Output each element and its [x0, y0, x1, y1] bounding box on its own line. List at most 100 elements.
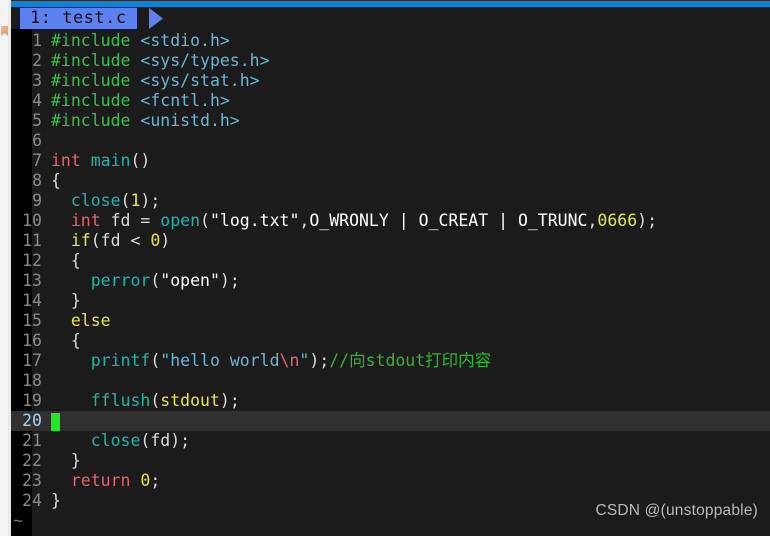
- code-line[interactable]: 23 return 0;: [11, 471, 770, 491]
- code-token: #include: [51, 51, 141, 70]
- code-token: {: [51, 331, 81, 350]
- code-line-text: {: [51, 331, 770, 351]
- code-line[interactable]: 16 {: [11, 331, 770, 351]
- code-line-text: int fd = open("log.txt",O_WRONLY | O_CRE…: [51, 211, 770, 231]
- code-line-text: #include <sys/stat.h>: [51, 71, 770, 91]
- code-token: 0: [140, 471, 151, 490]
- line-number: 23: [22, 471, 42, 490]
- code-token: <stdio.h>: [140, 31, 230, 50]
- line-number: 6: [32, 131, 42, 150]
- code-line-text: else: [51, 311, 770, 331]
- code-token: 0666: [597, 211, 638, 230]
- code-line[interactable]: 8{: [11, 171, 770, 191]
- line-number: 22: [22, 451, 42, 470]
- code-line-text: #include <fcntl.h>: [51, 91, 770, 111]
- code-token: "log.txt": [209, 211, 300, 230]
- line-number: 18: [22, 371, 42, 390]
- code-line-text: fflush(stdout);: [51, 391, 770, 411]
- code-token: #include: [51, 111, 141, 130]
- code-line[interactable]: 10 int fd = open("log.txt",O_WRONLY | O_…: [11, 211, 770, 231]
- line-number: 9: [32, 191, 42, 210]
- code-token: );: [637, 211, 658, 230]
- line-number: 15: [22, 311, 42, 330]
- code-line[interactable]: 13 perror("open");: [11, 271, 770, 291]
- code-token: int: [70, 211, 111, 230]
- line-number: 16: [22, 331, 42, 350]
- line-number: 14: [22, 291, 42, 310]
- code-line[interactable]: 22 }: [11, 451, 770, 471]
- code-token: stdout: [160, 391, 220, 410]
- text-cursor: [51, 412, 60, 431]
- code-token: "hello world: [160, 351, 280, 370]
- code-token: }: [51, 291, 81, 310]
- code-line[interactable]: 14 }: [11, 291, 770, 311]
- terminal-window: 1: test.c 1 #include <stdio.h> 2 #include <…: [11, 7, 770, 536]
- code-line-text: #include <stdio.h>: [51, 31, 770, 51]
- code-line[interactable]: 4 #include <fcntl.h>: [11, 91, 770, 111]
- code-token: );: [140, 191, 161, 210]
- line-number: 10: [22, 211, 42, 230]
- code-line[interactable]: 7 int main(): [11, 151, 770, 171]
- code-token: (): [130, 151, 151, 170]
- code-token: \n: [279, 351, 300, 370]
- tab-arrow-icon: [149, 8, 163, 29]
- code-line-text: {: [51, 171, 770, 191]
- line-number: 17: [22, 351, 42, 370]
- code-token: }: [51, 451, 81, 470]
- code-token: close: [90, 431, 141, 450]
- code-token: main: [90, 151, 131, 170]
- code-token: "open": [160, 271, 220, 290]
- code-token: //向stdout打印内容: [329, 351, 492, 370]
- line-number: 12: [22, 251, 42, 270]
- line-number: 24: [22, 491, 42, 510]
- code-line[interactable]: 18: [11, 371, 770, 391]
- code-line[interactable]: 20: [11, 411, 770, 431]
- code-token: perror: [90, 271, 151, 290]
- line-number: 1: [32, 31, 42, 50]
- code-line[interactable]: 15 else: [11, 311, 770, 331]
- line-number: 19: [22, 391, 42, 410]
- line-number: 20: [22, 411, 42, 430]
- code-token: <sys/types.h>: [140, 51, 270, 70]
- code-token: ": [299, 351, 310, 370]
- code-line-text: close(1);: [51, 191, 770, 211]
- code-line-text: close(fd);: [51, 431, 770, 451]
- code-line[interactable]: 19 fflush(stdout);: [11, 391, 770, 411]
- code-line[interactable]: 21 close(fd);: [11, 431, 770, 451]
- code-line[interactable]: 11 if(fd < 0): [11, 231, 770, 251]
- line-number: 2: [32, 51, 42, 70]
- code-line[interactable]: 12 {: [11, 251, 770, 271]
- code-token: (: [200, 211, 210, 230]
- code-token: 0: [150, 231, 161, 250]
- code-line-text: perror("open");: [51, 271, 770, 291]
- code-token: (fd);: [140, 431, 191, 450]
- code-line[interactable]: 17 printf("hello world\n");//向stdout打印内容: [11, 351, 770, 371]
- code-line[interactable]: 6: [11, 131, 770, 151]
- code-line[interactable]: 3 #include <sys/stat.h>: [11, 71, 770, 91]
- code-token: (: [120, 191, 131, 210]
- code-token: #include: [51, 71, 141, 90]
- code-token: );: [309, 351, 330, 370]
- code-token: return: [70, 471, 141, 490]
- code-line[interactable]: 1 #include <stdio.h>: [11, 31, 770, 51]
- code-token: ): [160, 231, 171, 250]
- code-token: int: [51, 151, 91, 170]
- code-line-text: return 0;: [51, 471, 770, 491]
- window-accent-bar: [11, 1, 770, 7]
- code-line[interactable]: 2 #include <sys/types.h>: [11, 51, 770, 71]
- code-line[interactable]: 9 close(1);: [11, 191, 770, 211]
- code-token: (: [150, 351, 161, 370]
- code-line[interactable]: 5 #include <unistd.h>: [11, 111, 770, 131]
- tab-test-c[interactable]: 1: test.c: [20, 8, 137, 29]
- code-token: fflush: [90, 391, 151, 410]
- code-token: {: [51, 251, 81, 270]
- editor-code-area[interactable]: 1 #include <stdio.h> 2 #include <sys/types.…: [11, 31, 770, 531]
- code-line-text: {: [51, 251, 770, 271]
- code-token: #include: [51, 91, 141, 110]
